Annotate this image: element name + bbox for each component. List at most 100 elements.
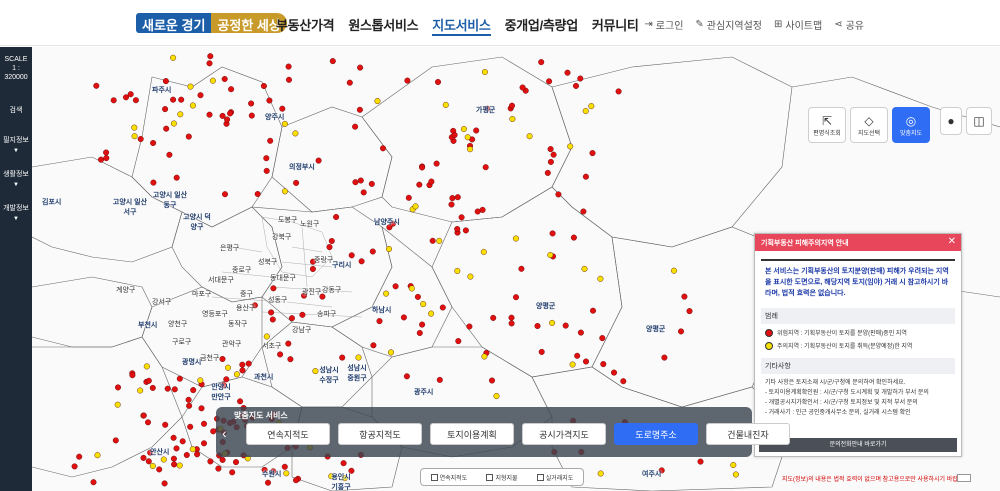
danger-marker[interactable] — [221, 191, 228, 198]
caution-marker[interactable] — [569, 361, 576, 368]
caution-marker[interactable] — [588, 103, 595, 110]
danger-marker[interactable] — [285, 63, 292, 70]
danger-marker[interactable] — [171, 461, 178, 468]
danger-marker[interactable] — [414, 293, 421, 300]
danger-marker[interactable] — [358, 258, 365, 265]
danger-marker[interactable] — [103, 149, 110, 156]
danger-marker[interactable] — [473, 127, 480, 134]
danger-marker[interactable] — [547, 158, 554, 165]
danger-marker[interactable] — [429, 237, 436, 244]
map-select-button[interactable]: ◇ 지도선택 — [850, 107, 888, 143]
caution-marker[interactable] — [114, 401, 121, 408]
danger-marker[interactable] — [376, 318, 383, 325]
caution-marker[interactable] — [187, 83, 194, 90]
danger-marker[interactable] — [150, 179, 157, 186]
danger-marker[interactable] — [266, 97, 273, 104]
danger-marker[interactable] — [279, 105, 286, 112]
caution-marker[interactable] — [493, 393, 500, 400]
danger-marker[interactable] — [197, 92, 204, 99]
danger-marker[interactable] — [370, 342, 377, 349]
danger-marker[interactable] — [215, 465, 222, 472]
danger-marker[interactable] — [329, 58, 336, 65]
sidebar-item-parcel[interactable]: 필지정보 ▼ — [0, 136, 32, 156]
service-seismic-button[interactable]: 건물내진자 — [706, 423, 790, 445]
danger-marker[interactable] — [248, 100, 255, 107]
danger-marker[interactable] — [368, 180, 375, 187]
danger-marker[interactable] — [544, 169, 551, 176]
danger-marker[interactable] — [163, 125, 170, 132]
danger-marker[interactable] — [564, 69, 571, 76]
danger-marker[interactable] — [611, 369, 618, 376]
danger-marker[interactable] — [281, 463, 288, 470]
danger-marker[interactable] — [404, 77, 411, 84]
danger-marker[interactable] — [114, 384, 121, 391]
danger-marker[interactable] — [150, 139, 157, 146]
danger-marker[interactable] — [221, 76, 228, 83]
caution-marker[interactable] — [386, 245, 393, 252]
danger-marker[interactable] — [129, 372, 136, 379]
danger-marker[interactable] — [513, 294, 520, 301]
caution-marker[interactable] — [189, 446, 196, 453]
caution-marker[interactable] — [732, 471, 739, 478]
danger-marker[interactable] — [248, 112, 255, 119]
danger-marker[interactable] — [615, 88, 622, 95]
danger-marker[interactable] — [164, 385, 171, 392]
caution-marker[interactable] — [420, 301, 427, 308]
danger-marker[interactable] — [183, 452, 190, 459]
danger-marker[interactable] — [697, 458, 704, 465]
danger-marker[interactable] — [178, 96, 185, 103]
location-button[interactable]: ● — [940, 107, 962, 135]
danger-marker[interactable] — [260, 83, 267, 90]
danger-marker[interactable] — [299, 311, 306, 318]
danger-marker[interactable] — [582, 173, 589, 180]
danger-marker[interactable] — [170, 96, 177, 103]
danger-marker[interactable] — [534, 323, 541, 330]
danger-marker[interactable] — [206, 60, 213, 67]
danger-marker[interactable] — [580, 208, 587, 215]
danger-marker[interactable] — [173, 174, 180, 181]
danger-marker[interactable] — [333, 213, 340, 220]
danger-marker[interactable] — [346, 79, 353, 86]
danger-marker[interactable] — [190, 387, 197, 394]
danger-marker[interactable] — [339, 354, 346, 361]
danger-marker[interactable] — [435, 79, 442, 86]
danger-marker[interactable] — [547, 146, 554, 153]
danger-marker[interactable] — [254, 190, 261, 197]
danger-marker[interactable] — [162, 106, 169, 113]
caution-marker[interactable] — [480, 248, 487, 255]
danger-marker[interactable] — [574, 352, 581, 359]
sidebar-item-living[interactable]: 생활정보 ▼ — [0, 170, 32, 190]
danger-marker[interactable] — [173, 445, 180, 452]
caution-marker[interactable] — [388, 349, 395, 356]
compare-button[interactable]: ◫ — [966, 107, 992, 135]
danger-marker[interactable] — [451, 131, 458, 138]
danger-marker[interactable] — [228, 86, 235, 93]
caution-marker[interactable] — [374, 98, 381, 105]
danger-marker[interactable] — [348, 252, 355, 259]
danger-marker[interactable] — [419, 321, 426, 328]
site-logo[interactable]: 새로운 경기 공정한 세상 — [136, 13, 287, 33]
danger-marker[interactable] — [132, 97, 139, 104]
caution-marker[interactable] — [170, 54, 177, 61]
caution-marker[interactable] — [283, 470, 290, 477]
danger-marker[interactable] — [555, 191, 562, 198]
danger-marker[interactable] — [76, 453, 83, 460]
custom-map-button[interactable]: ◎ 맞춤지도 — [892, 107, 930, 143]
danger-marker[interactable] — [449, 195, 456, 202]
service-cadastral-button[interactable]: 연속지적도 — [246, 423, 330, 445]
login-link[interactable]: ⇥ 로그인 — [644, 17, 683, 32]
layer-terrain-toggle[interactable]: 지형지물 — [486, 473, 518, 482]
caution-marker[interactable] — [189, 102, 196, 109]
service-price-button[interactable]: 공시가격지도 — [522, 423, 606, 445]
danger-marker[interactable] — [285, 76, 292, 83]
danger-marker[interactable] — [400, 314, 407, 321]
caution-marker[interactable] — [582, 108, 589, 115]
danger-marker[interactable] — [590, 307, 597, 314]
danger-marker[interactable] — [416, 330, 423, 337]
danger-marker[interactable] — [577, 329, 584, 336]
danger-marker[interactable] — [356, 106, 363, 113]
danger-marker[interactable] — [309, 265, 316, 272]
chevron-left-icon[interactable]: ‹ — [222, 425, 227, 441]
danger-marker[interactable] — [145, 377, 152, 384]
caution-marker[interactable] — [481, 69, 488, 76]
